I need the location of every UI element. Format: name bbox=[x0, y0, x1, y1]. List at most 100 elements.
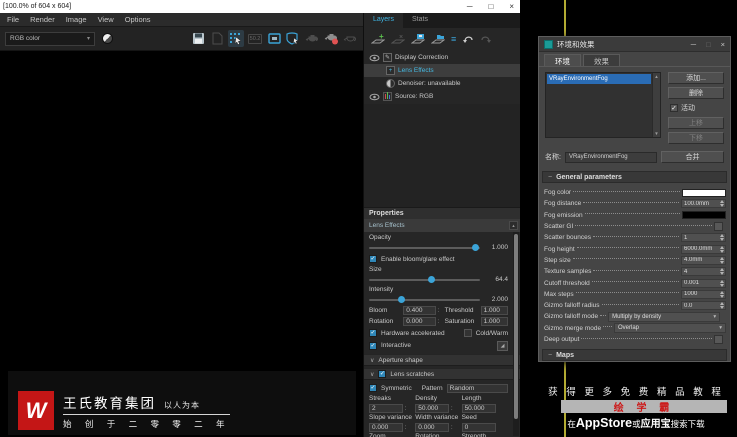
update-button[interactable]: ◢ bbox=[497, 340, 508, 351]
spinner-arrows-icon[interactable] bbox=[718, 256, 725, 264]
fog-distance-spinner[interactable]: 100.0mm bbox=[681, 199, 726, 209]
gizmo-falloff-mode-dropdown[interactable]: Multiply by density ▾ bbox=[608, 311, 721, 322]
hardware-accelerated-checkbox[interactable]: ✓ bbox=[369, 329, 377, 337]
lens-scratches-checkbox[interactable]: ✓ bbox=[378, 370, 387, 378]
texture-samples-spinner[interactable]: 4 bbox=[681, 267, 726, 277]
channel-dropdown[interactable]: RGB color ▾ bbox=[5, 31, 95, 46]
scroll-down-icon[interactable]: ▼ bbox=[654, 130, 658, 137]
width-variance-field[interactable]: 0.000 bbox=[415, 422, 450, 432]
density-spinner[interactable]: : bbox=[449, 405, 454, 412]
scroll-up-icon[interactable]: ▲ bbox=[654, 73, 658, 80]
save-layers-button[interactable] bbox=[411, 33, 425, 45]
active-checkbox[interactable]: ✓ bbox=[670, 103, 678, 112]
list-scrollbar[interactable]: ▲ ▼ bbox=[652, 73, 660, 137]
name-field[interactable]: VRayEnvironmentFog bbox=[564, 151, 657, 163]
render-last-button[interactable] bbox=[304, 30, 320, 47]
streaks-field[interactable]: 2 bbox=[369, 403, 403, 413]
tab-stats[interactable]: Stats bbox=[403, 13, 437, 28]
saturation-field[interactable]: 1.000 bbox=[480, 317, 509, 326]
tab-layers[interactable]: Layers bbox=[364, 13, 404, 28]
list-item-vray-environment-fog[interactable]: VRayEnvironmentFog bbox=[547, 74, 651, 84]
properties-scrollbar[interactable] bbox=[513, 232, 519, 436]
spinner-arrows-icon[interactable] bbox=[718, 245, 725, 253]
visibility-eye-icon[interactable] bbox=[368, 54, 380, 62]
lens-scratches-rollout[interactable]: ∨ ✓ Lens scratches bbox=[364, 368, 520, 380]
delete-layer-button[interactable]: × bbox=[391, 33, 405, 45]
add-button[interactable]: 添加... bbox=[668, 72, 724, 84]
dialog-titlebar[interactable]: 环境和效果 ─ □ × bbox=[539, 37, 730, 52]
move-down-button[interactable]: 下移 bbox=[668, 132, 724, 144]
close-button[interactable]: × bbox=[509, 0, 514, 13]
slope-variance-field[interactable]: 0.000 bbox=[369, 422, 403, 432]
tab-effects[interactable]: 效果 bbox=[583, 54, 620, 66]
fog-emission-swatch[interactable] bbox=[682, 211, 726, 220]
intensity-slider[interactable] bbox=[369, 295, 480, 303]
layer-list-button[interactable]: ≡ bbox=[451, 34, 456, 44]
undo-button[interactable] bbox=[462, 34, 474, 44]
gizmo-merge-mode-dropdown[interactable]: Overlap ▾ bbox=[614, 323, 726, 334]
menu-item-view[interactable]: View bbox=[98, 15, 114, 24]
track-mouse-button[interactable] bbox=[228, 30, 244, 47]
redo-button[interactable] bbox=[480, 34, 492, 44]
move-up-button[interactable]: 上移 bbox=[668, 117, 724, 129]
menu-item-file[interactable]: File bbox=[7, 15, 19, 24]
aperture-shape-rollout[interactable]: ∨ Aperture shape bbox=[364, 354, 520, 366]
seed-field[interactable]: 0 bbox=[461, 422, 496, 432]
menu-item-options[interactable]: Options bbox=[125, 15, 151, 24]
spinner-arrows-icon[interactable] bbox=[718, 268, 725, 276]
slider-knob[interactable] bbox=[397, 295, 405, 303]
display-correction-sphere-icon[interactable] bbox=[102, 33, 113, 44]
maximize-button[interactable]: □ bbox=[488, 0, 493, 13]
spinner-arrows-icon[interactable] bbox=[718, 302, 725, 310]
spinner-arrows-icon[interactable] bbox=[718, 290, 725, 298]
dialog-minimize-button[interactable]: ─ bbox=[691, 38, 696, 51]
streaks-spinner[interactable]: : bbox=[403, 405, 408, 412]
deep-output-checkbox[interactable] bbox=[714, 335, 723, 344]
fog-color-swatch[interactable] bbox=[682, 188, 726, 197]
scrollbar-thumb[interactable] bbox=[514, 234, 518, 419]
slider-knob[interactable] bbox=[427, 275, 435, 283]
symmetric-checkbox[interactable]: ✓ bbox=[369, 384, 377, 392]
dialog-close-button[interactable]: × bbox=[721, 38, 725, 51]
menu-item-render[interactable]: Render bbox=[30, 15, 55, 24]
visibility-eye-icon[interactable] bbox=[368, 93, 380, 101]
slope-spinner[interactable]: : bbox=[403, 424, 408, 431]
interactive-checkbox[interactable]: ✓ bbox=[369, 341, 377, 350]
delete-button[interactable]: 删除 bbox=[668, 87, 724, 99]
copy-to-clipboard-button[interactable] bbox=[209, 30, 225, 47]
opacity-slider[interactable] bbox=[369, 243, 480, 251]
spinner-arrows-icon[interactable] bbox=[718, 234, 725, 242]
scroll-up-button[interactable]: ▲ bbox=[509, 221, 518, 230]
minimize-button[interactable]: ─ bbox=[467, 0, 473, 13]
render-button[interactable] bbox=[323, 30, 339, 47]
stamp-button[interactable]: 50.2 bbox=[247, 30, 263, 47]
add-layer-button[interactable]: + bbox=[371, 33, 385, 45]
dialog-maximize-button[interactable]: □ bbox=[706, 38, 711, 51]
enable-bloom-checkbox[interactable]: ✓ bbox=[369, 255, 377, 263]
scatter-gi-checkbox[interactable] bbox=[714, 222, 723, 232]
region-render-button[interactable] bbox=[266, 30, 282, 47]
layer-row-display-correction[interactable]: ✎ Display Correction bbox=[364, 51, 520, 64]
cutoff-threshold-spinner[interactable]: 0.001 bbox=[681, 278, 726, 288]
load-layers-button[interactable] bbox=[431, 33, 445, 45]
scatter-bounces-spinner[interactable]: 1 bbox=[681, 233, 726, 243]
size-slider[interactable] bbox=[369, 275, 480, 283]
step-size-spinner[interactable]: 4.0mm bbox=[681, 255, 726, 265]
layer-row-source-rgb[interactable]: Source: RGB bbox=[364, 90, 520, 103]
merge-button[interactable]: 合并 bbox=[660, 151, 724, 163]
threshold-field[interactable]: 1.000 bbox=[480, 306, 509, 315]
effects-list[interactable]: VRayEnvironmentFog ▲ ▼ bbox=[545, 72, 661, 138]
menu-item-image[interactable]: Image bbox=[66, 15, 87, 24]
render-canvas[interactable]: W 王氏教育集团 以人为本 始 创 于 二 零 零 二 年 bbox=[0, 51, 363, 437]
density-field[interactable]: 50.000 bbox=[415, 403, 450, 413]
vfb-titlebar[interactable]: [100.0% of 604 x 604] ─ □ × bbox=[0, 0, 520, 13]
pattern-dropdown[interactable]: Random bbox=[446, 383, 508, 393]
length-field[interactable]: 50.000 bbox=[461, 403, 496, 413]
fog-height-spinner[interactable]: 6000.0mm bbox=[681, 244, 726, 254]
tab-environment[interactable]: 环境 bbox=[544, 54, 581, 66]
bloom-field[interactable]: 0.400 bbox=[403, 306, 437, 315]
max-steps-spinner[interactable]: 1000 bbox=[681, 289, 726, 299]
width-spinner[interactable]: : bbox=[449, 424, 454, 431]
abort-render-button[interactable] bbox=[342, 30, 358, 47]
gizmo-falloff-radius-spinner[interactable]: 0.0 bbox=[681, 301, 726, 311]
